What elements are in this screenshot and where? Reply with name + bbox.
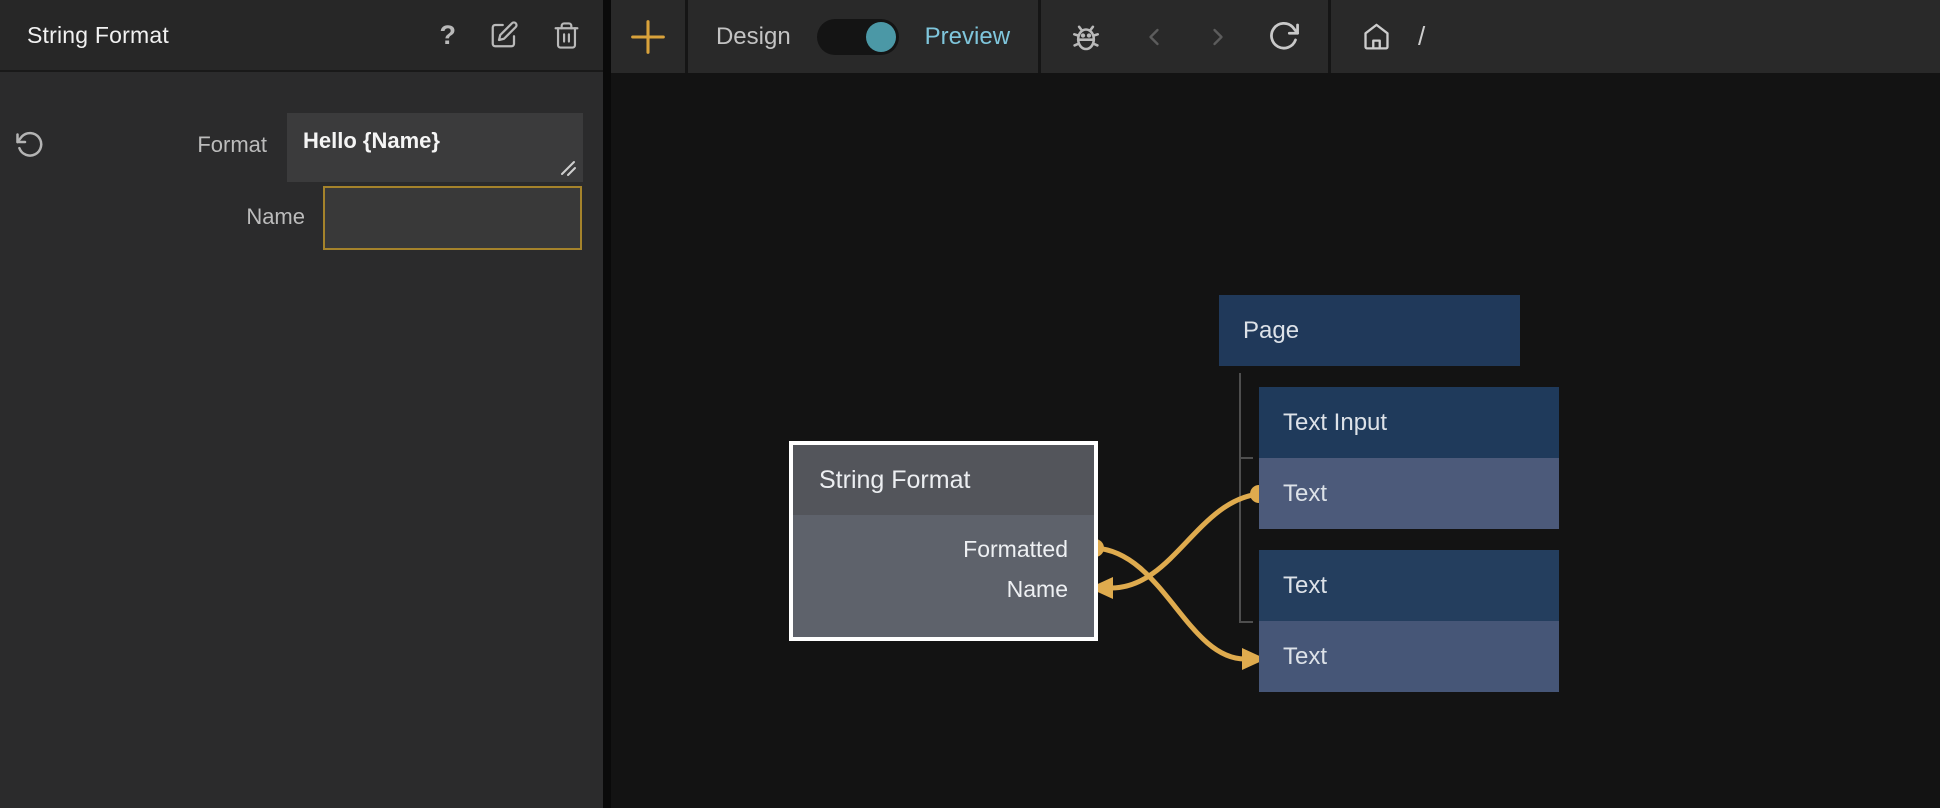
trash-icon (552, 21, 581, 50)
node-string-format-title: String Format (819, 466, 970, 495)
property-panel: String Format ? (0, 0, 603, 808)
node-text-input[interactable]: Text Input Text (1259, 387, 1559, 529)
port-formatted-label: Formatted (963, 536, 1068, 563)
chevron-left-icon (1140, 23, 1168, 51)
nav-forward-button[interactable] (1204, 23, 1232, 51)
refresh-button[interactable] (1268, 20, 1301, 53)
connection-formatted-to-text[interactable] (1095, 548, 1245, 659)
node-string-format-body: Formatted Name (793, 515, 1094, 637)
node-canvas[interactable]: Page Text Input Text Text Text (611, 73, 1940, 808)
route-path-label[interactable]: / (1418, 21, 1425, 52)
resize-handle-icon[interactable] (558, 158, 578, 178)
debug-button[interactable] (1068, 19, 1104, 55)
help-icon: ? (440, 22, 457, 49)
panel-header-icons: ? (440, 20, 604, 50)
name-field-label: Name (0, 204, 305, 230)
name-input[interactable] (323, 186, 582, 250)
node-text-input-title: Text Input (1283, 409, 1387, 437)
port-formatted[interactable]: Formatted (793, 529, 1094, 569)
toolbar-path-section: / (1331, 0, 1940, 73)
node-string-format[interactable]: String Format Formatted Name (789, 441, 1098, 641)
node-text-input-port-label: Text (1283, 480, 1327, 508)
toolbar: Design Preview (611, 0, 1940, 73)
delete-button[interactable] (552, 21, 581, 50)
preview-mode-label[interactable]: Preview (925, 23, 1010, 51)
design-preview-toggle[interactable] (817, 19, 899, 55)
toggle-knob (866, 22, 896, 52)
connection-textinput-to-name[interactable] (1111, 494, 1259, 588)
node-text-input-header[interactable]: Text Input (1259, 387, 1559, 458)
plus-icon (625, 14, 671, 60)
help-button[interactable]: ? (440, 22, 457, 49)
property-panel-header: String Format ? (0, 0, 603, 72)
add-node-button[interactable] (625, 14, 671, 60)
node-page-header[interactable]: Page (1219, 295, 1520, 366)
node-text-port-label: Text (1283, 643, 1327, 671)
node-text-input-port-row[interactable]: Text (1259, 458, 1559, 529)
port-name[interactable]: Name (793, 569, 1094, 609)
panel-title: String Format (0, 22, 440, 49)
node-text-port-row[interactable]: Text (1259, 621, 1559, 692)
chevron-right-icon (1204, 23, 1232, 51)
node-text-header[interactable]: Text (1259, 550, 1559, 621)
refresh-icon (1268, 20, 1301, 53)
edit-icon (489, 20, 519, 50)
toolbar-add-section (611, 0, 685, 73)
home-button[interactable] (1361, 21, 1392, 52)
app-window: String Format ? (0, 0, 1940, 808)
editor-main: Design Preview (611, 0, 1940, 808)
toolbar-nav-section (1041, 0, 1328, 73)
toolbar-mode-section: Design Preview (688, 0, 1038, 73)
node-text-title: Text (1283, 572, 1327, 600)
design-mode-label[interactable]: Design (716, 23, 791, 51)
format-input[interactable]: Hello {Name} (287, 113, 583, 182)
nav-back-button[interactable] (1140, 23, 1168, 51)
bug-icon (1068, 19, 1104, 55)
format-field-label: Format (0, 132, 267, 158)
node-string-format-header[interactable]: String Format (793, 445, 1094, 515)
port-name-label: Name (1007, 576, 1068, 603)
node-page-title: Page (1243, 317, 1299, 345)
edit-button[interactable] (489, 20, 519, 50)
node-text[interactable]: Text Text (1259, 550, 1559, 692)
node-page[interactable]: Page (1219, 295, 1520, 366)
home-icon (1361, 21, 1392, 52)
